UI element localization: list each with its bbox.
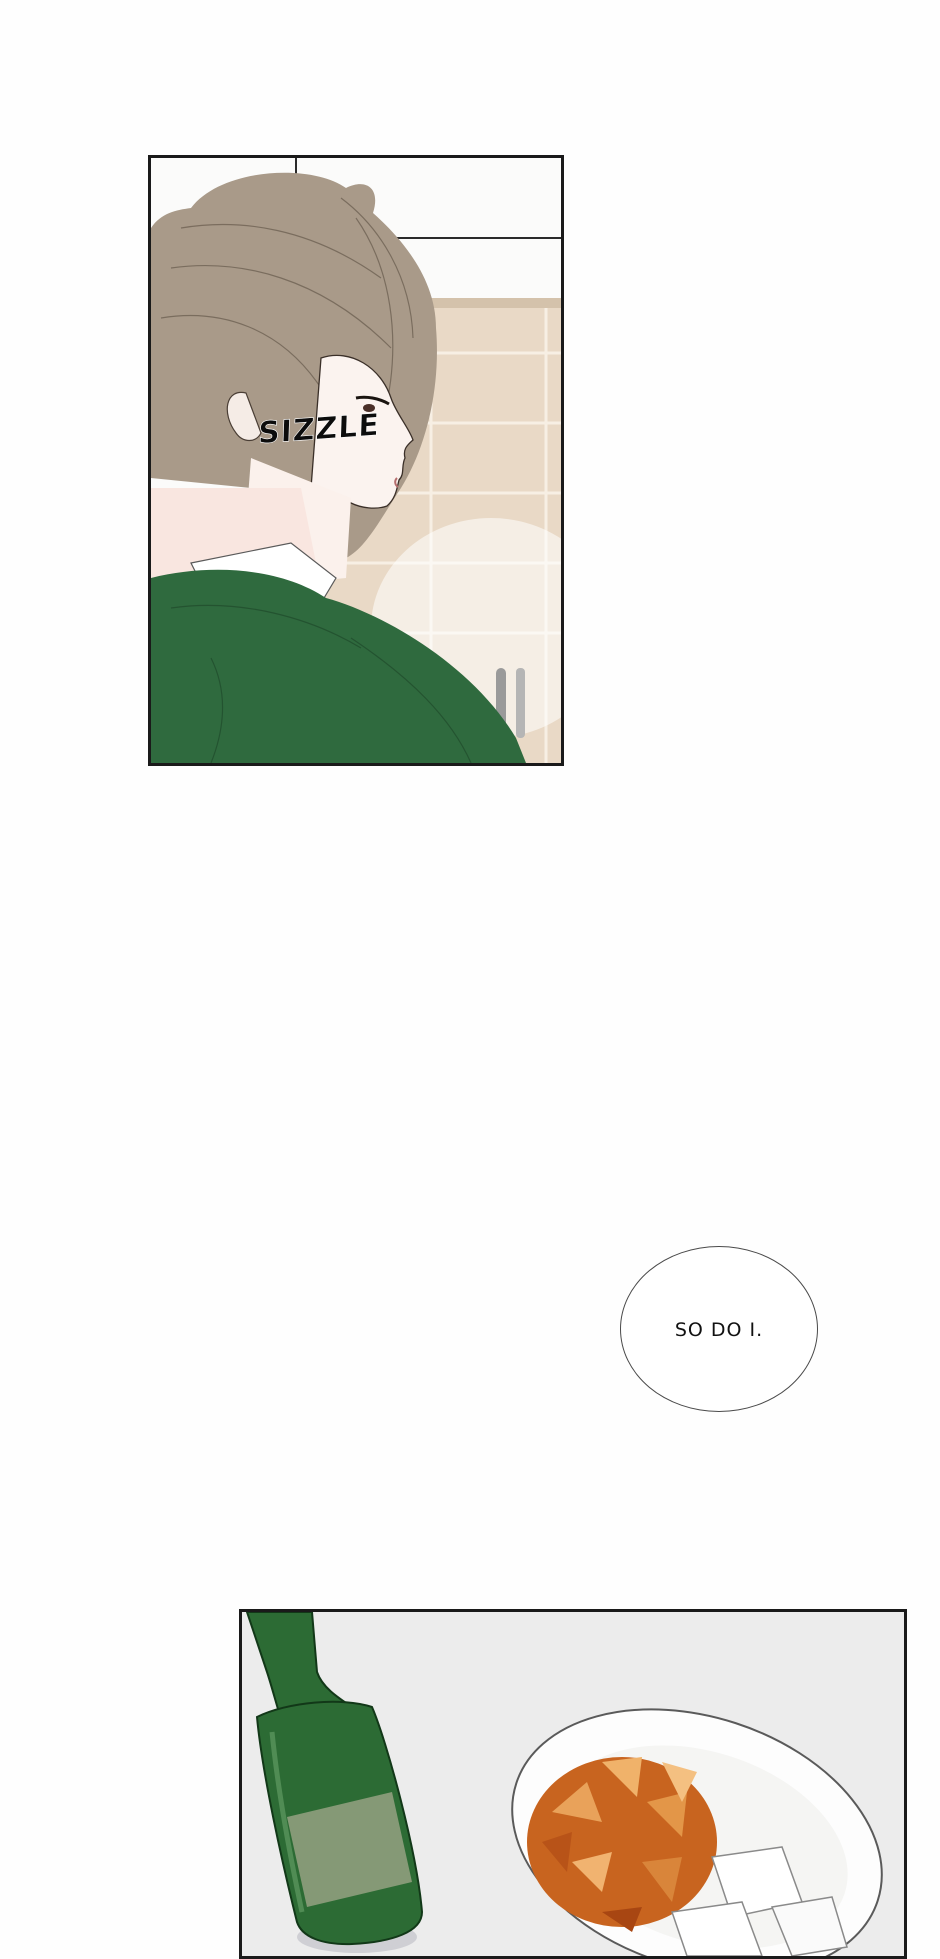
comic-panel-woman-cooking xyxy=(148,155,564,766)
bottle-and-food-illustration xyxy=(242,1612,904,1956)
speech-bubble-text: SO DO I. xyxy=(674,1319,764,1341)
comic-panel-bottle-and-food xyxy=(239,1609,907,1959)
speech-bubble: SO DO I. xyxy=(620,1246,818,1412)
woman-cooking-illustration xyxy=(151,158,561,763)
